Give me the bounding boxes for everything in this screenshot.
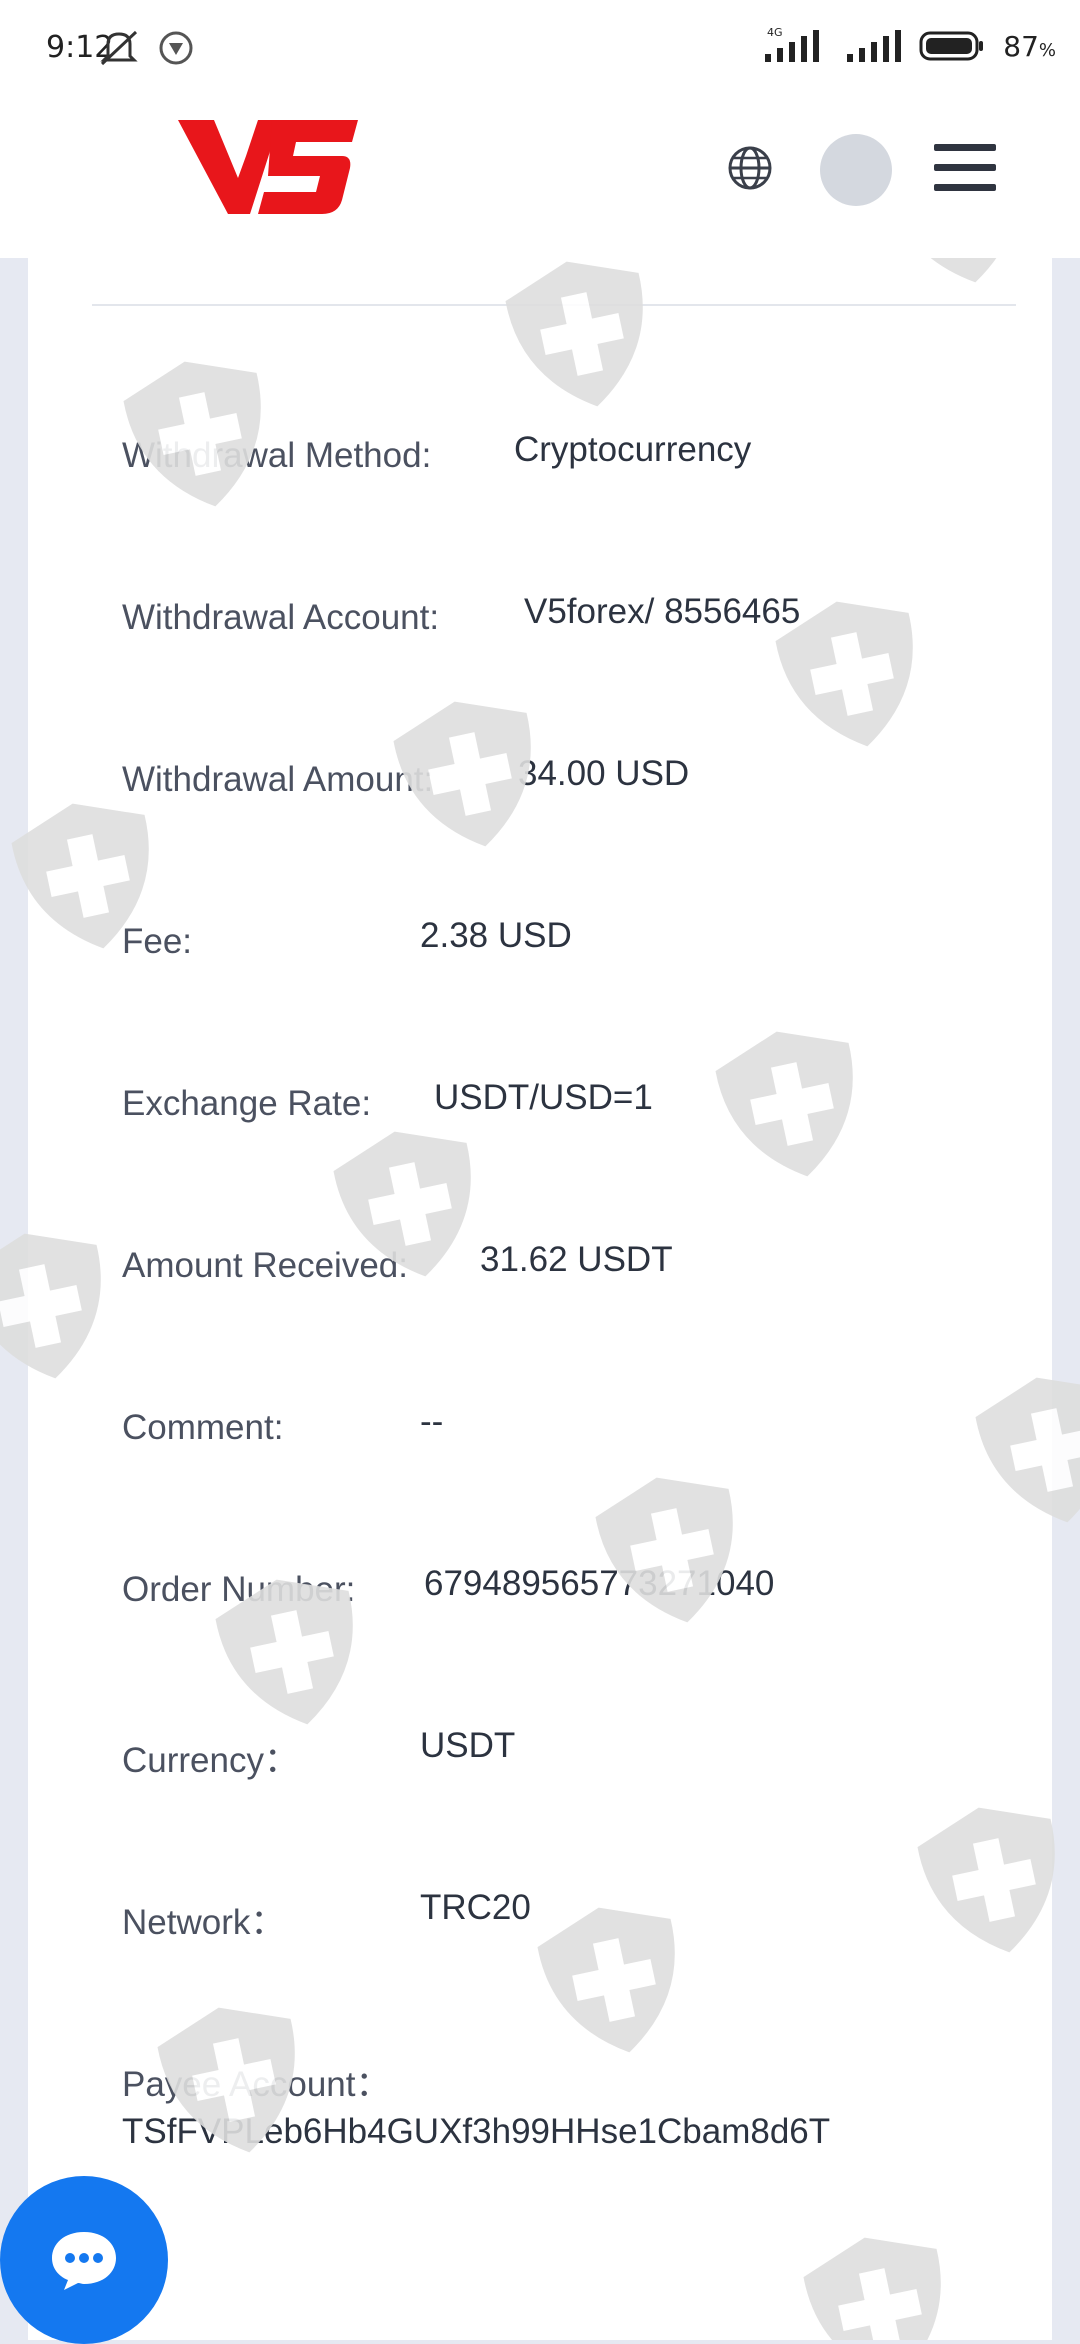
mute-icon <box>100 30 138 66</box>
detail-value: USDT/USD=1 <box>434 1078 653 1117</box>
detail-row-exchange-rate: Exchange Rate: USDT/USD=1 <box>122 1078 653 1124</box>
detail-label: Network： <box>122 1903 286 1942</box>
detail-label: Comment: <box>122 1408 284 1447</box>
divider <box>92 304 1016 306</box>
battery-percentage: 87% <box>1003 29 1056 63</box>
app-header <box>0 100 1080 258</box>
detail-label: Order Number: <box>122 1570 356 1609</box>
detail-label: Payee Account： <box>122 2065 391 2104</box>
detail-row-account: Withdrawal Account: V5forex/ 8556465 <box>122 592 800 638</box>
detail-row-method: Withdrawal Method: Cryptocurrency <box>122 430 751 476</box>
chat-bubble-icon <box>52 2232 116 2290</box>
detail-label: Fee: <box>122 922 193 961</box>
globe-icon[interactable] <box>726 144 774 192</box>
menu-icon[interactable] <box>934 144 996 196</box>
v5-logo[interactable] <box>176 116 360 220</box>
withdrawal-details-card: Withdrawal Method: Cryptocurrency Withdr… <box>28 258 1052 2340</box>
detail-row-comment: Comment: -- <box>122 1402 443 1448</box>
detail-row-amount: Withdrawal Amount: 34.00 USD <box>122 754 689 800</box>
detail-value: 2.38 USD <box>420 916 572 955</box>
detail-value: -- <box>420 1402 444 1441</box>
detail-row-payee-account: Payee Account： <box>122 2056 391 2107</box>
status-right: 4G 87% <box>757 26 1056 66</box>
detail-value: 679489565773271040 <box>424 1564 775 1603</box>
avatar[interactable] <box>820 134 892 206</box>
battery-icon <box>919 31 984 61</box>
network-label: 4G <box>767 26 783 39</box>
detail-label: Exchange Rate: <box>122 1084 372 1123</box>
detail-value: 34.00 USD <box>518 754 690 793</box>
status-left-icons <box>96 28 194 68</box>
detail-row-fee: Fee: 2.38 USD <box>122 916 572 962</box>
detail-label: Amount Received: <box>122 1246 408 1285</box>
detail-row-currency: Currency： USDT <box>122 1726 515 1783</box>
detail-value: 31.62 USDT <box>480 1240 673 1279</box>
detail-row-order-number: Order Number: 679489565773271040 <box>122 1564 774 1610</box>
detail-value: V5forex/ 8556465 <box>524 592 801 631</box>
detail-row-amount-received: Amount Received: 31.62 USDT <box>122 1240 673 1286</box>
status-bar: 9:12 4G 87% <box>0 0 1080 100</box>
chat-button[interactable] <box>0 2176 168 2344</box>
detail-row-network: Network： TRC20 <box>122 1888 531 1945</box>
signal-icon <box>847 30 902 62</box>
detail-label: Currency： <box>122 1741 299 1780</box>
location-icon <box>159 31 193 65</box>
payee-account-value: TSfFVPLeb6Hb4GUXf3h99HHse1Cbam8d6T <box>122 2112 831 2151</box>
detail-value: USDT <box>420 1726 516 1765</box>
signal-4g-icon: 4G <box>765 26 820 62</box>
detail-value: TRC20 <box>420 1888 531 1927</box>
detail-label: Withdrawal Amount: <box>122 760 434 799</box>
detail-label: Withdrawal Method: <box>122 436 432 475</box>
detail-label: Withdrawal Account: <box>122 598 440 637</box>
detail-value: Cryptocurrency <box>514 430 752 469</box>
